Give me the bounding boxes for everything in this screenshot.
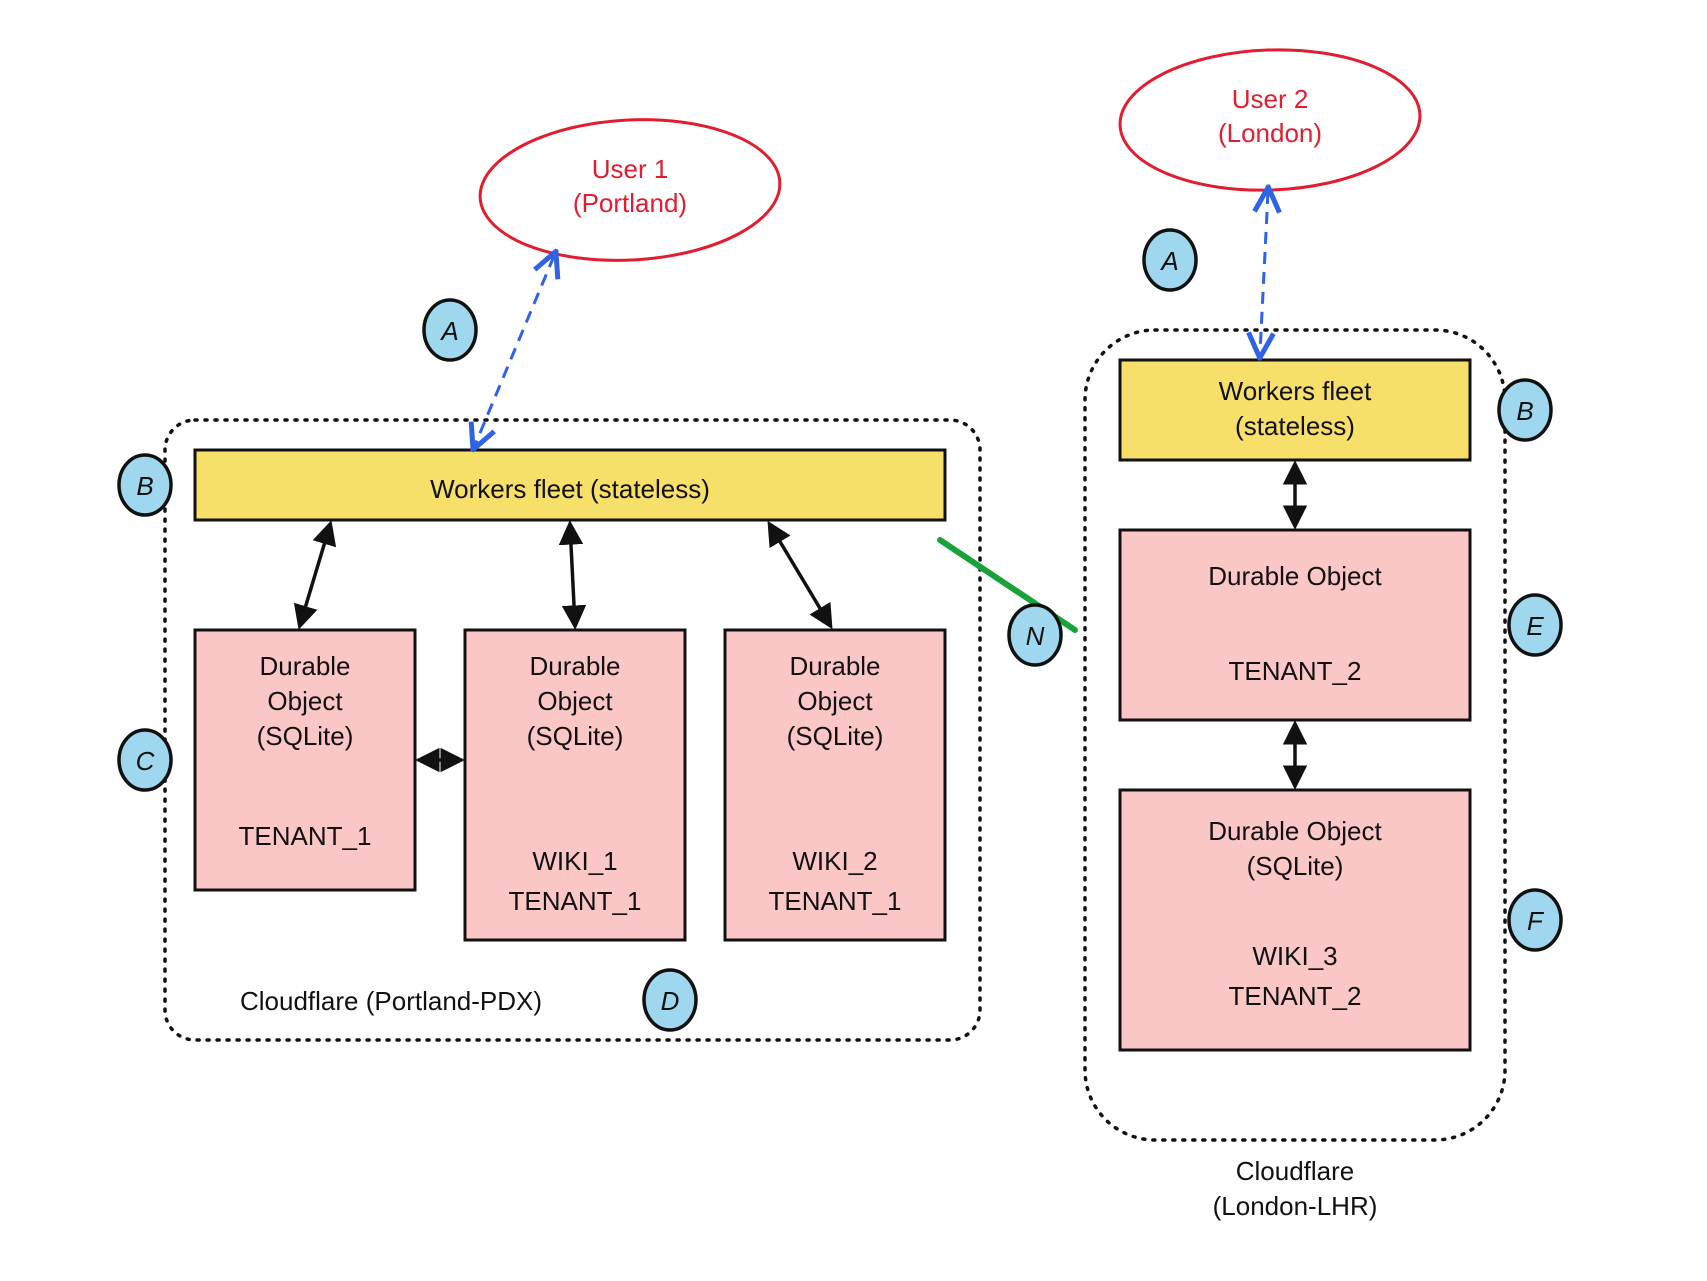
chip-B-left: B bbox=[119, 455, 171, 515]
workers-pdx-label: Workers fleet (stateless) bbox=[430, 474, 710, 504]
workers-lhr-line1: Workers fleet bbox=[1219, 376, 1372, 406]
chip-C: C bbox=[119, 730, 171, 790]
workers-fleet-lhr bbox=[1120, 360, 1470, 460]
dolhr2-l3: WIKI_3 bbox=[1252, 941, 1337, 971]
svg-text:A: A bbox=[1159, 246, 1178, 276]
user1-line2: (Portland) bbox=[573, 188, 687, 218]
do1-l1: Durable bbox=[259, 651, 350, 681]
do3-l2: Object bbox=[797, 686, 873, 716]
svg-text:C: C bbox=[136, 746, 155, 776]
dolhr2-l1: Durable Object bbox=[1208, 816, 1382, 846]
do1-l3: (SQLite) bbox=[257, 721, 354, 751]
dolhr1-l2: TENANT_2 bbox=[1229, 656, 1362, 686]
chip-E: E bbox=[1509, 595, 1561, 655]
svg-text:A: A bbox=[439, 316, 458, 346]
do3-l5: TENANT_1 bbox=[769, 886, 902, 916]
user1-line1: User 1 bbox=[592, 154, 669, 184]
do3-l4: WIKI_2 bbox=[792, 846, 877, 876]
user2-line1: User 2 bbox=[1232, 84, 1309, 114]
do2-l5: TENANT_1 bbox=[509, 886, 642, 916]
region-lhr-caption-2: (London-LHR) bbox=[1213, 1191, 1378, 1221]
workers-lhr-line2: (stateless) bbox=[1235, 411, 1355, 441]
svg-text:F: F bbox=[1527, 906, 1545, 936]
do1-l4: TENANT_1 bbox=[239, 821, 372, 851]
arrow-user1-workers bbox=[475, 256, 554, 445]
arrow-workers-do1 bbox=[300, 525, 330, 625]
do3-l1: Durable bbox=[789, 651, 880, 681]
do1-l2: Object bbox=[267, 686, 343, 716]
chip-D: D bbox=[644, 970, 696, 1030]
region-pdx-caption: Cloudflare (Portland-PDX) bbox=[240, 986, 542, 1016]
chip-B-right: B bbox=[1499, 380, 1551, 440]
chip-A-right: A bbox=[1144, 230, 1196, 290]
do2-l1: Durable bbox=[529, 651, 620, 681]
arrow-workers-do3 bbox=[770, 525, 830, 625]
do2-l3: (SQLite) bbox=[527, 721, 624, 751]
user2-line2: (London) bbox=[1218, 118, 1322, 148]
region-lhr-caption-1: Cloudflare bbox=[1236, 1156, 1355, 1186]
do2-l4: WIKI_1 bbox=[532, 846, 617, 876]
svg-text:D: D bbox=[661, 986, 680, 1016]
chip-N: N bbox=[1009, 605, 1061, 665]
dolhr2-l2: (SQLite) bbox=[1247, 851, 1344, 881]
dolhr1-l1: Durable Object bbox=[1208, 561, 1382, 591]
chip-A-left: A bbox=[424, 300, 476, 360]
diagram-canvas: User 1 (Portland) User 2 (London) Cloudf… bbox=[0, 0, 1707, 1281]
durable-object-tenant2 bbox=[1120, 530, 1470, 720]
chip-F: F bbox=[1509, 890, 1561, 950]
arrow-workers-do2 bbox=[570, 525, 575, 625]
svg-text:N: N bbox=[1026, 621, 1045, 651]
svg-text:E: E bbox=[1526, 611, 1544, 641]
svg-text:B: B bbox=[1516, 396, 1533, 426]
svg-text:B: B bbox=[136, 471, 153, 501]
do3-l3: (SQLite) bbox=[787, 721, 884, 751]
dolhr2-l4: TENANT_2 bbox=[1229, 981, 1362, 1011]
do2-l2: Object bbox=[537, 686, 613, 716]
